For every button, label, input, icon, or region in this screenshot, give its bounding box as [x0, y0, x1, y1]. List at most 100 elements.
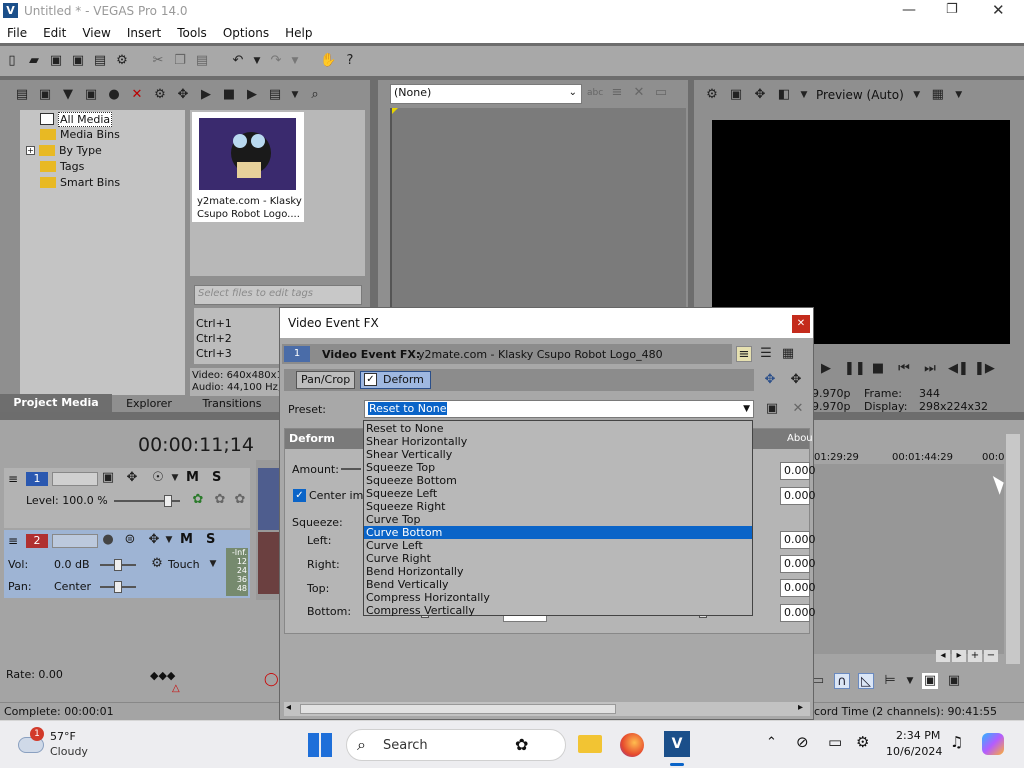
plugin-icon[interactable]: ✋: [320, 53, 336, 69]
zoom-tool-icon[interactable]: ▣: [946, 673, 962, 689]
preset-option[interactable]: Curve Left: [364, 539, 752, 552]
value-field-3[interactable]: 0.000: [780, 531, 816, 549]
track-fx-icon[interactable]: ☉: [150, 470, 166, 486]
center-image-checkbox-icon[interactable]: ✓: [293, 489, 306, 502]
solo-button[interactable]: S: [212, 470, 221, 485]
save-preset-icon[interactable]: ▣: [764, 401, 780, 417]
value-field-1[interactable]: 0.000: [780, 462, 816, 480]
play-icon[interactable]: ▶: [818, 361, 834, 377]
cut-icon[interactable]: ✂: [150, 53, 166, 69]
save-icon[interactable]: ▣: [48, 53, 64, 69]
preset-option[interactable]: Bend Horizontally: [364, 565, 752, 578]
tree-by-type[interactable]: + By Type: [26, 144, 102, 157]
close-icon[interactable]: ✕: [992, 1, 1005, 19]
get-media-icon[interactable]: ▼: [60, 87, 76, 103]
open-icon[interactable]: ▰: [26, 53, 42, 69]
automation-icon[interactable]: ⚙: [149, 556, 165, 572]
tag-edit-field[interactable]: Select files to edit tags: [194, 285, 362, 305]
save-as-icon[interactable]: ▣: [70, 53, 86, 69]
slider-thumb[interactable]: [114, 581, 122, 593]
file-explorer-icon[interactable]: [578, 735, 602, 753]
tree-smart-bins[interactable]: Smart Bins: [40, 176, 120, 189]
compositing-icon[interactable]: ▣: [100, 470, 116, 486]
auto-preview-icon[interactable]: ▶: [244, 87, 260, 103]
record-button-icon[interactable]: ◯: [264, 672, 279, 687]
redo-dropdown-icon[interactable]: ▼: [290, 53, 300, 69]
views-dropdown-icon[interactable]: ▼: [290, 87, 300, 103]
tree-tags[interactable]: Tags: [40, 160, 84, 173]
preset-option[interactable]: Compress Vertically: [364, 604, 752, 617]
preview-device-icon[interactable]: ▣: [728, 87, 744, 103]
overlays-icon[interactable]: ▦: [930, 87, 946, 103]
solo-button[interactable]: S: [206, 532, 215, 547]
collapse-track-icon[interactable]: ≡: [8, 534, 18, 548]
menu-insert[interactable]: Insert: [127, 26, 161, 40]
pan-slider[interactable]: [100, 581, 136, 593]
value-field-4[interactable]: 0.000: [780, 555, 816, 573]
tab-transitions[interactable]: Transitions: [186, 397, 278, 410]
child-icon[interactable]: ✿: [232, 492, 248, 508]
overlays-dropdown-icon[interactable]: ▼: [954, 87, 964, 103]
notification-bell-icon[interactable]: ♫: [950, 733, 963, 751]
enable-checkbox-icon[interactable]: ✓: [364, 373, 377, 386]
preset-option[interactable]: Reset to None: [364, 422, 752, 435]
value-field-2[interactable]: 0.000: [780, 487, 816, 505]
show-hidden-icons-icon[interactable]: ⌃: [766, 735, 777, 750]
fx-dropdown-icon[interactable]: ▼: [170, 470, 180, 486]
stop-icon[interactable]: ■: [870, 361, 886, 377]
preset-option[interactable]: Compress Horizontally: [364, 591, 752, 604]
slider-thumb[interactable]: [114, 559, 122, 571]
about-link[interactable]: Abou: [787, 433, 813, 444]
copilot-icon[interactable]: [982, 733, 1004, 755]
trimmer-list-icon[interactable]: ≡: [609, 85, 625, 101]
scroll-left-icon[interactable]: ◂: [286, 702, 291, 713]
trimmer-abc-icon[interactable]: abc: [587, 85, 603, 101]
fx-dropdown-icon[interactable]: ▼: [164, 532, 174, 548]
undo-icon[interactable]: ↶: [230, 53, 246, 69]
preview-quality[interactable]: Preview (Auto): [816, 88, 904, 102]
previous-frame-icon[interactable]: ◀❚: [948, 361, 969, 377]
clock-date[interactable]: 10/6/2024: [886, 745, 942, 758]
get-photo-icon[interactable]: ▣: [83, 87, 99, 103]
minimize-icon[interactable]: —: [902, 2, 916, 18]
help-icon[interactable]: ?: [342, 53, 358, 69]
view-single-icon[interactable]: ≡: [736, 346, 752, 362]
network-off-icon[interactable]: ⊘: [796, 733, 809, 751]
preset-option[interactable]: Shear Vertically: [364, 448, 752, 461]
slider-thumb[interactable]: [164, 495, 172, 507]
record-arm-icon[interactable]: ●: [100, 532, 116, 548]
scroll-right-icon[interactable]: ▸: [798, 702, 803, 713]
tab-project-media[interactable]: Project Media: [0, 394, 112, 412]
chain-deform[interactable]: ✓ Deform: [360, 371, 431, 389]
fx-chain-plugin-icon[interactable]: ✥: [762, 372, 778, 388]
capture-icon[interactable]: ▣: [37, 87, 53, 103]
rate-slider-icon[interactable]: ◆◆◆: [150, 669, 175, 682]
new-project-icon[interactable]: ▯: [4, 53, 20, 69]
automation-dropdown-icon[interactable]: ▼: [208, 556, 218, 572]
preset-option[interactable]: Curve Top: [364, 513, 752, 526]
web-icon[interactable]: ●: [106, 87, 122, 103]
amount-slider[interactable]: [341, 468, 361, 470]
views-icon[interactable]: ▤: [267, 87, 283, 103]
render-icon[interactable]: ▤: [92, 53, 108, 69]
undo-dropdown-icon[interactable]: ▼: [252, 53, 262, 69]
preset-option[interactable]: Squeeze Bottom: [364, 474, 752, 487]
tree-media-bins[interactable]: Media Bins: [40, 128, 120, 141]
vertical-scrollbar[interactable]: [1006, 434, 1020, 664]
windows-start-icon[interactable]: [308, 733, 332, 757]
preset-option[interactable]: Squeeze Top: [364, 461, 752, 474]
weather-widget[interactable]: 1 57°F Cloudy: [14, 727, 104, 763]
trimmer-window-icon[interactable]: ▭: [653, 85, 669, 101]
preview-properties-icon[interactable]: ⚙: [704, 87, 720, 103]
auto-ripple-icon[interactable]: ◺: [858, 673, 874, 689]
preset-select[interactable]: Reset to None ▼: [364, 400, 754, 418]
trimmer-select[interactable]: (None) ⌄: [390, 84, 582, 104]
maximize-icon[interactable]: ❐: [946, 2, 958, 17]
menu-edit[interactable]: Edit: [43, 26, 66, 40]
tree-all-media[interactable]: All Media: [40, 111, 113, 127]
dialog-horizontal-scrollbar[interactable]: ◂ ▸: [284, 702, 810, 716]
scroll-thumb[interactable]: [300, 704, 616, 714]
firefox-icon[interactable]: [620, 733, 644, 757]
go-to-end-icon[interactable]: ⏭: [922, 361, 938, 377]
view-grid-icon[interactable]: ▦: [780, 346, 796, 362]
